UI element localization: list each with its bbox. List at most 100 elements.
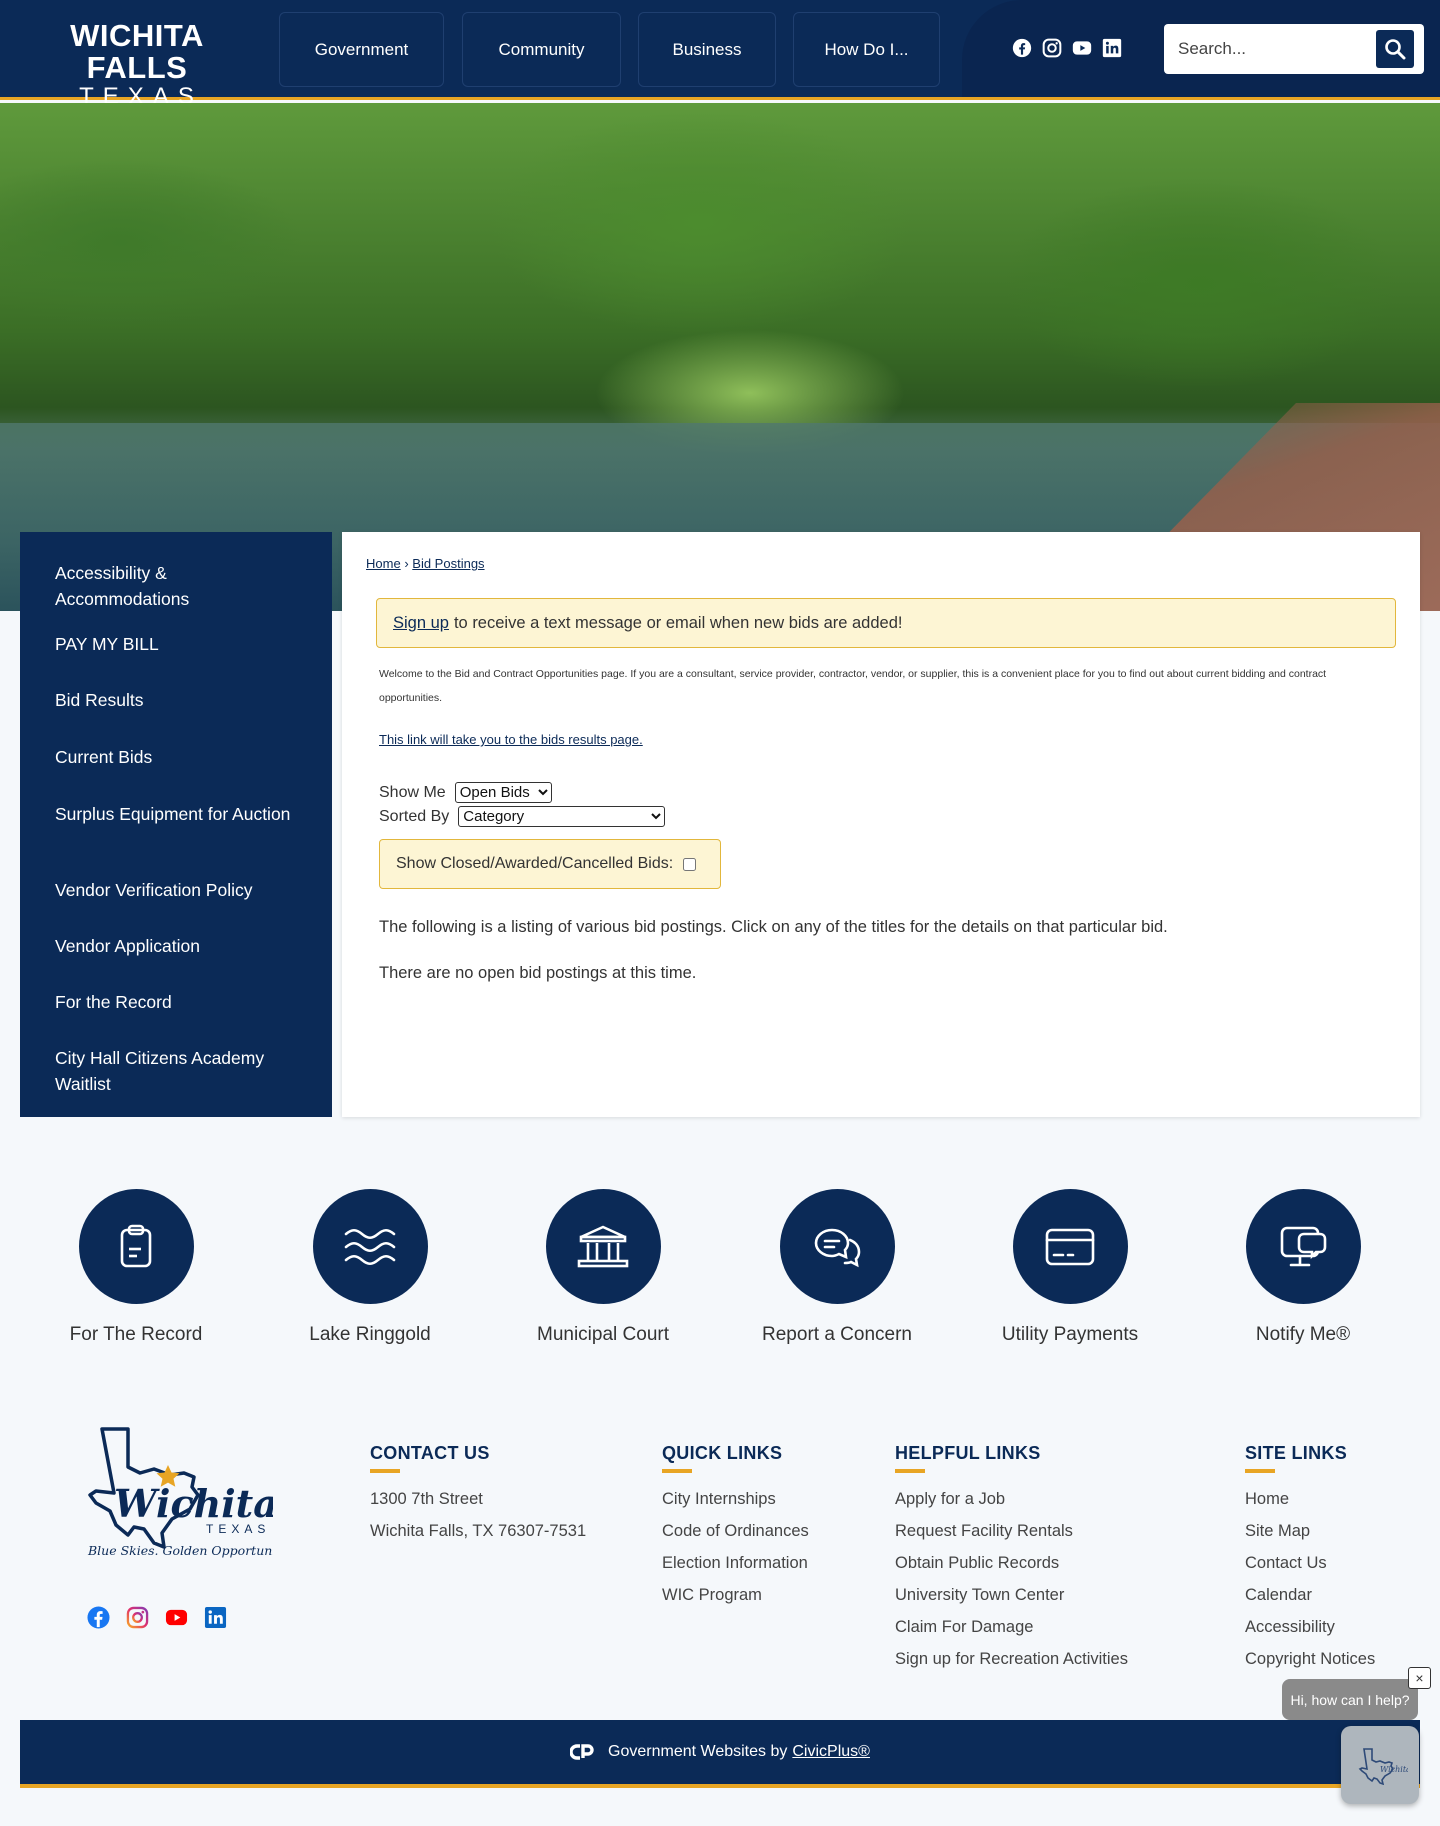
sidebar-item-vendor-application[interactable]: Vendor Application: [20, 923, 332, 979]
logo-line1: WICHITA FALLS: [70, 18, 204, 85]
nav-how-do-i[interactable]: How Do I...: [793, 12, 940, 87]
footer-logo[interactable]: Wichita Falls TEXAS Blue Skies. Golden O…: [58, 1425, 391, 1565]
show-me-label: Show Me: [379, 783, 446, 801]
sorted-by-select[interactable]: Category: [458, 806, 666, 827]
nav-community[interactable]: Community: [462, 12, 621, 87]
quick-link-municipal-court[interactable]: Municipal Court: [493, 1189, 713, 1346]
texas-outline-logo: Wichita Falls TEXAS Blue Skies. Golden O…: [87, 1427, 391, 1558]
footer-link[interactable]: Apply for a Job: [895, 1483, 1128, 1515]
show-me-select[interactable]: Open Bids: [454, 782, 552, 803]
footer-link[interactable]: Sign up for Recreation Activities: [895, 1643, 1128, 1675]
nav-government[interactable]: Government: [279, 12, 444, 87]
quick-link-utility-payments[interactable]: Utility Payments: [960, 1189, 1180, 1346]
quick-link-circle: [545, 1189, 661, 1304]
footer-helpful-heading: HELPFUL LINKS: [895, 1443, 1041, 1463]
sidebar-item-citizens-academy[interactable]: City Hall Citizens Academy Waitlist: [20, 1035, 332, 1105]
signup-alert-text: to receive a text message or email when …: [453, 613, 903, 632]
show-closed-checkbox[interactable]: [683, 857, 697, 871]
sidebar-item-vendor-verification[interactable]: Vendor Verification Policy: [20, 867, 332, 923]
sidebar-item-surplus-equipment[interactable]: Surplus Equipment for Auction: [20, 784, 332, 867]
show-me-row: Show Me Open Bids: [379, 782, 552, 803]
footer-link[interactable]: Request Facility Rentals: [895, 1515, 1128, 1547]
heading-underline: [370, 1469, 400, 1473]
listing-text: The following is a listing of various bi…: [379, 918, 1168, 936]
instagram-icon[interactable]: [126, 1606, 149, 1629]
quick-link-circle: [312, 1189, 428, 1304]
sidebar-nav: Accessibility & Accommodations PAY MY BI…: [20, 532, 332, 1117]
courthouse-icon: [577, 1225, 629, 1267]
youtube-icon[interactable]: [1072, 38, 1092, 58]
search-input[interactable]: [1178, 32, 1368, 66]
footer-site-heading: SITE LINKS: [1245, 1443, 1348, 1463]
quick-link-circle: [779, 1189, 895, 1304]
footer-link[interactable]: Home: [1245, 1483, 1375, 1515]
quick-link-label: For The Record: [69, 1324, 203, 1345]
sidebar-item-accessibility[interactable]: Accessibility & Accommodations: [20, 546, 332, 616]
sidebar-item-pay-my-bill[interactable]: PAY MY BILL: [20, 616, 332, 672]
facebook-icon[interactable]: [1012, 38, 1032, 58]
linkedin-icon[interactable]: [204, 1606, 227, 1629]
site-logo[interactable]: WICHITA FALLS TEXAS: [17, 20, 257, 110]
sidebar-item-current-bids[interactable]: Current Bids: [20, 728, 332, 784]
quick-link-label: Lake Ringgold: [309, 1324, 431, 1345]
chat-greeting-bubble[interactable]: Hi, how can I help?: [1282, 1679, 1418, 1720]
footer-link[interactable]: University Town Center: [895, 1579, 1128, 1611]
linkedin-icon[interactable]: [1102, 38, 1122, 58]
show-closed-box: Show Closed/Awarded/Cancelled Bids:: [379, 839, 721, 889]
footer-link[interactable]: Contact Us: [1245, 1547, 1375, 1579]
signup-link[interactable]: Sign up: [393, 614, 449, 633]
footer-link[interactable]: Code of Ordinances: [662, 1515, 809, 1547]
footer-link[interactable]: Accessibility: [1245, 1611, 1375, 1643]
footer-logo-wordmark: Wichita Falls: [114, 1481, 273, 1526]
footer-link[interactable]: Site Map: [1245, 1515, 1375, 1547]
waves-icon: [344, 1228, 396, 1265]
chat-close-button[interactable]: ×: [1408, 1667, 1431, 1689]
header-social: [1012, 38, 1122, 58]
youtube-icon[interactable]: [165, 1606, 188, 1629]
quick-link-circle: [78, 1189, 194, 1304]
footer-link[interactable]: Claim For Damage: [895, 1611, 1128, 1643]
quick-link-report-concern[interactable]: Report a Concern: [727, 1189, 947, 1346]
credit-card-icon: [1045, 1228, 1095, 1265]
instagram-icon[interactable]: [1042, 38, 1062, 58]
signup-alert: Sign up to receive a text message or ema…: [376, 598, 1396, 648]
sidebar-item-for-the-record[interactable]: For the Record: [20, 979, 332, 1035]
site-header: WICHITA FALLS TEXAS Government Community…: [0, 0, 1440, 110]
powered-by-text: Government Websites by: [608, 1743, 788, 1760]
footer-link[interactable]: Election Information: [662, 1547, 809, 1579]
heading-underline: [895, 1469, 925, 1473]
no-bids-text: There are no open bid postings at this t…: [379, 964, 697, 982]
search-button[interactable]: [1376, 30, 1414, 68]
sidebar-item-bid-results[interactable]: Bid Results: [20, 672, 332, 728]
heading-underline: [662, 1469, 692, 1473]
footer-link[interactable]: Copyright Notices: [1245, 1643, 1375, 1675]
footer-link[interactable]: Obtain Public Records: [895, 1547, 1128, 1579]
search-icon: [1385, 39, 1406, 60]
footer-link[interactable]: City Internships: [662, 1483, 809, 1515]
breadcrumb-separator: ›: [404, 556, 409, 571]
facebook-icon[interactable]: [87, 1606, 110, 1629]
quick-link-notify-me[interactable]: Notify Me®: [1193, 1189, 1413, 1346]
footer-link[interactable]: WIC Program: [662, 1579, 809, 1611]
contact-city-line: Wichita Falls, TX 76307-7531: [370, 1522, 587, 1540]
breadcrumb-home[interactable]: Home: [366, 556, 401, 571]
footer-site-links: SITE LINKS Home Site Map Contact Us Cale…: [1245, 1443, 1375, 1675]
nav-business[interactable]: Business: [638, 12, 776, 87]
breadcrumb-current[interactable]: Bid Postings: [412, 556, 484, 571]
civicplus-icon: [570, 1744, 594, 1760]
main-content: Home › Bid Postings Sign up to receive a…: [342, 532, 1420, 1117]
footer-link[interactable]: Calendar: [1245, 1579, 1375, 1611]
quick-link-for-the-record[interactable]: For The Record: [26, 1189, 246, 1346]
footer-logo-tagline: Blue Skies. Golden Opportunities.: [87, 1543, 273, 1558]
heading-underline: [1245, 1469, 1275, 1473]
footer-helpful-links: HELPFUL LINKS Apply for a Job Request Fa…: [895, 1443, 1128, 1675]
chat-bubbles-icon: [814, 1228, 861, 1267]
civicplus-link[interactable]: CivicPlus®: [792, 1743, 870, 1761]
bid-results-link[interactable]: This link will take you to the bids resu…: [379, 732, 643, 747]
sorted-by-row: Sorted By Category: [379, 806, 666, 827]
quick-link-lake-ringgold[interactable]: Lake Ringgold: [260, 1189, 480, 1346]
chat-texas-icon: Wichita Falls: [1358, 1748, 1408, 1785]
chat-launcher-button[interactable]: Wichita Falls: [1341, 1726, 1419, 1804]
quick-link-circle: [1245, 1189, 1361, 1304]
footer-quick-links: QUICK LINKS City Internships Code of Ord…: [662, 1443, 809, 1611]
